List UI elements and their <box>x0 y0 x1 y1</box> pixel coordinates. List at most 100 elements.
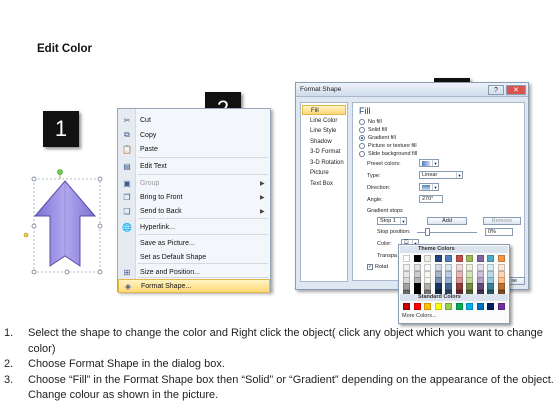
dropdown-arrow-icon: ▼ <box>432 184 438 190</box>
nav-item-3-d-rotation[interactable]: 3-D Rotation <box>302 158 346 168</box>
direction-dropdown[interactable]: ▼ <box>419 183 439 191</box>
menu-item-label: Edit Text <box>140 162 167 170</box>
fill-heading: Fill <box>359 106 371 116</box>
menu-item-save-as-picture[interactable]: Save as Picture... <box>118 236 270 250</box>
fill-option-label: No fill <box>368 119 382 125</box>
submenu-arrow-icon: ▶ <box>260 194 265 201</box>
menu-item-format-shape[interactable]: ◈ Format Shape... <box>118 279 270 293</box>
menu-item-bring-to-front[interactable]: ❐ Bring to Front ▶ <box>118 190 270 204</box>
menu-item-group[interactable]: ▣ Group ▶ <box>118 176 270 190</box>
context-menu: ✂ Cut ⧉ Copy 📋 Paste ▤ Edit Text ▣ Group ▶ ❐ Bring t… <box>117 108 271 293</box>
theme-color-swatch[interactable] <box>445 255 452 262</box>
menu-item-label: Size and Position... <box>140 268 200 276</box>
stop-position-label: Stop position: <box>377 229 411 235</box>
scissors-icon: ✂ <box>123 115 131 125</box>
menu-item-paste[interactable]: 📋 Paste <box>118 142 270 156</box>
angle-label: Angle: <box>367 197 383 203</box>
stop-value: Stop 1 <box>380 218 396 224</box>
rotate-label: Rotat <box>375 264 389 270</box>
fill-option-picture-or-texture-fill[interactable]: Picture or texture fill <box>359 142 417 150</box>
nav-item-picture[interactable]: Picture <box>302 168 346 178</box>
menu-item-send-to-back[interactable]: ❏ Send to Back ▶ <box>118 204 270 218</box>
rotate-with-shape-option[interactable]: ✓ Rotat <box>367 263 388 271</box>
standard-color-swatch[interactable] <box>434 303 442 310</box>
standard-colors-header: Standard Colors <box>400 294 508 301</box>
theme-color-swatch[interactable] <box>424 255 431 262</box>
help-button[interactable]: ? <box>488 85 504 95</box>
nav-item-line-color[interactable]: Line Color <box>302 116 346 126</box>
paste-icon: 📋 <box>122 144 132 154</box>
menu-item-label: Group <box>140 179 160 187</box>
menu-item-label: Hyperlink... <box>140 223 176 231</box>
menu-item-label: Paste <box>140 145 158 153</box>
standard-color-swatch[interactable] <box>487 303 494 310</box>
theme-color-swatch[interactable] <box>466 255 473 262</box>
instruction-number: 1. <box>4 327 14 339</box>
standard-color-swatch[interactable] <box>497 303 505 310</box>
menu-item-label: Set as Default Shape <box>140 253 207 261</box>
hyperlink-icon: 🌐 <box>122 222 132 232</box>
remove-stop-button[interactable]: Remove <box>483 217 521 225</box>
standard-color-swatch[interactable] <box>455 303 463 310</box>
theme-color-swatch[interactable] <box>413 255 421 262</box>
menu-item-set-as-default-shape[interactable]: Set as Default Shape <box>118 250 270 264</box>
theme-color-swatch[interactable] <box>434 255 442 262</box>
bring-to-front-icon: ❐ <box>123 192 131 202</box>
menu-item-size-and-position[interactable]: ⊞ Size and Position... <box>118 265 270 279</box>
slider-thumb[interactable] <box>425 228 430 236</box>
type-dropdown[interactable]: Linear ▼ <box>419 171 463 179</box>
theme-color-swatch[interactable] <box>455 255 463 262</box>
nav-item-shadow[interactable]: Shadow <box>302 137 346 147</box>
standard-color-swatch[interactable] <box>476 303 484 310</box>
nav-item-line-style[interactable]: Line Style <box>302 126 346 136</box>
preset-colors-dropdown[interactable]: ▼ <box>419 159 439 167</box>
color-palette: Theme Colors Standard Colors More Colors… <box>398 244 510 324</box>
preset-colors-label: Preset colors: <box>367 161 401 167</box>
stop-position-input[interactable]: 0% <box>485 228 513 236</box>
close-button[interactable]: ✕ <box>506 85 526 95</box>
fill-option-no-fill[interactable]: No fill <box>359 118 382 126</box>
radio-button-icon <box>359 127 365 133</box>
angle-input[interactable]: 270° <box>419 195 443 203</box>
type-label: Type: <box>367 173 381 179</box>
nav-item-text-box[interactable]: Text Box <box>302 179 346 189</box>
theme-color-swatch[interactable] <box>476 255 484 262</box>
stop-dropdown[interactable]: Stop 1 ▼ <box>377 217 407 225</box>
group-icon: ▣ <box>123 178 131 188</box>
menu-item-hyperlink[interactable]: 🌐 Hyperlink... <box>118 220 270 234</box>
radio-button-icon <box>359 151 365 157</box>
nav-item-3-d-format[interactable]: 3-D Format <box>302 147 346 157</box>
instruction-text: Select the shape to change the color and… <box>28 327 543 355</box>
theme-color-swatch[interactable] <box>487 255 494 262</box>
transparency-label: Transpa <box>377 253 397 259</box>
add-stop-button[interactable]: Add <box>427 217 467 225</box>
selected-arrow-shape[interactable] <box>20 168 108 278</box>
fill-option-slide-background-fill[interactable]: Slide background fill <box>359 150 417 158</box>
instruction-number: 3. <box>4 373 14 386</box>
standard-color-swatch[interactable] <box>424 303 431 310</box>
fill-option-solid-fill[interactable]: Solid fill <box>359 126 387 134</box>
send-to-back-icon: ❏ <box>123 206 131 216</box>
standard-color-swatch[interactable] <box>466 303 473 310</box>
standard-color-swatch[interactable] <box>413 303 421 310</box>
theme-color-swatch[interactable] <box>497 255 505 262</box>
instruction-number: 2. <box>4 358 14 371</box>
fill-option-gradient-fill[interactable]: Gradient fill <box>359 134 396 142</box>
menu-item-copy[interactable]: ⧉ Copy <box>118 128 270 142</box>
menu-item-edit-text[interactable]: ▤ Edit Text <box>118 159 270 173</box>
standard-color-swatch[interactable] <box>403 303 410 310</box>
fill-option-label: Slide background fill <box>368 151 418 157</box>
menu-item-cut[interactable]: ✂ Cut <box>118 113 270 127</box>
copy-icon: ⧉ <box>124 130 130 139</box>
nav-item-fill[interactable]: Fill <box>302 105 346 115</box>
instruction-text: Choose “Fill” in the Format Shape box th… <box>28 373 554 402</box>
size-position-icon: ⊞ <box>123 267 131 277</box>
theme-color-swatch[interactable] <box>403 255 410 262</box>
stop-position-value: 0% <box>488 229 496 235</box>
fill-option-label: Picture or texture fill <box>368 143 417 149</box>
more-colors-link[interactable]: More Colors... <box>402 313 437 319</box>
standard-color-swatch[interactable] <box>445 303 452 310</box>
type-value: Linear <box>422 172 438 178</box>
radio-button-icon <box>359 119 365 125</box>
menu-item-label: Copy <box>140 131 157 139</box>
